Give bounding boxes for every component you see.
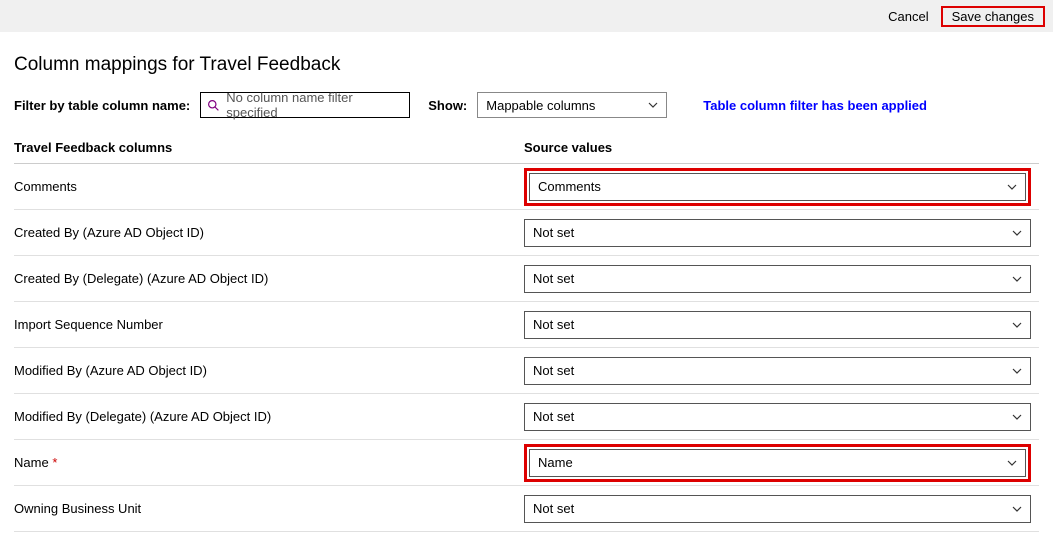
columns-header: Travel Feedback columns Source values: [14, 134, 1039, 164]
mapping-row: Import Sequence Number Not set: [14, 302, 1039, 348]
mapping-row-value-cell: Not set: [524, 265, 1039, 293]
save-changes-highlight: Save changes: [941, 6, 1045, 27]
source-value-text: Name: [538, 455, 573, 470]
mapping-row-value-cell: Not set: [524, 219, 1039, 247]
mapping-row-label: Created By (Delegate) (Azure AD Object I…: [14, 271, 524, 286]
source-value-select[interactable]: Not set: [524, 265, 1031, 293]
filter-row: Filter by table column name: No column n…: [14, 92, 1039, 118]
show-select[interactable]: Mappable columns: [477, 92, 667, 118]
chevron-down-icon: [648, 100, 658, 110]
chevron-down-icon: [1012, 412, 1022, 422]
chevron-down-icon: [1012, 228, 1022, 238]
required-star: *: [52, 455, 57, 470]
mapping-row-label: Comments: [14, 179, 524, 194]
source-value-text: Not set: [533, 225, 574, 240]
mapping-row-label: Owning Business Unit: [14, 501, 524, 516]
chevron-down-icon: [1007, 182, 1017, 192]
show-label: Show:: [428, 98, 467, 113]
mapping-row-label: Name *: [14, 455, 524, 470]
source-value-select[interactable]: Name: [529, 449, 1026, 477]
filter-applied-message: Table column filter has been applied: [703, 98, 927, 113]
content-area: Column mappings for Travel Feedback Filt…: [0, 32, 1053, 542]
source-value-text: Comments: [538, 179, 601, 194]
search-icon: [207, 99, 220, 112]
mapping-row: Modified By (Azure AD Object ID) Not set: [14, 348, 1039, 394]
source-value-select[interactable]: Not set: [524, 403, 1031, 431]
mapping-row: Comments Comments: [14, 164, 1039, 210]
source-value-select[interactable]: Not set: [524, 219, 1031, 247]
source-value-highlight: Comments: [524, 168, 1031, 206]
source-value-highlight: Name: [524, 444, 1031, 482]
source-value-select[interactable]: Not set: [524, 357, 1031, 385]
source-value-text: Not set: [533, 501, 574, 516]
cancel-button[interactable]: Cancel: [882, 6, 934, 27]
save-changes-button[interactable]: Save changes: [946, 6, 1040, 27]
mapping-row: Owning Business Unit Not set: [14, 486, 1039, 532]
show-select-value: Mappable columns: [486, 98, 595, 113]
source-value-text: Not set: [533, 317, 574, 332]
source-value-select[interactable]: Comments: [529, 173, 1026, 201]
mapping-row-label: Import Sequence Number: [14, 317, 524, 332]
mapping-row-value-cell: Name: [524, 444, 1039, 482]
source-value-text: Not set: [533, 271, 574, 286]
source-value-select[interactable]: Not set: [524, 311, 1031, 339]
chevron-down-icon: [1007, 458, 1017, 468]
mapping-row-value-cell: Not set: [524, 495, 1039, 523]
mapping-row: Name * Name: [14, 440, 1039, 486]
chevron-down-icon: [1012, 504, 1022, 514]
columns-header-right: Source values: [524, 140, 1039, 155]
mapping-row-value-cell: Comments: [524, 168, 1039, 206]
chevron-down-icon: [1012, 274, 1022, 284]
filter-input[interactable]: No column name filter specified: [200, 92, 410, 118]
source-value-text: Not set: [533, 363, 574, 378]
mapping-row-label: Created By (Azure AD Object ID): [14, 225, 524, 240]
chevron-down-icon: [1012, 366, 1022, 376]
mapping-rows: Comments Comments Created By (Azure AD Obj…: [14, 164, 1039, 532]
source-value-select[interactable]: Not set: [524, 495, 1031, 523]
chevron-down-icon: [1012, 320, 1022, 330]
mapping-row-label: Modified By (Azure AD Object ID): [14, 363, 524, 378]
mapping-row-value-cell: Not set: [524, 311, 1039, 339]
source-value-text: Not set: [533, 409, 574, 424]
filter-input-placeholder: No column name filter specified: [226, 90, 403, 120]
page-title: Column mappings for Travel Feedback: [14, 54, 1039, 76]
mapping-row-label: Modified By (Delegate) (Azure AD Object …: [14, 409, 524, 424]
columns-header-left: Travel Feedback columns: [14, 140, 524, 155]
top-bar: Cancel Save changes: [0, 0, 1053, 32]
mapping-row: Created By (Azure AD Object ID) Not set: [14, 210, 1039, 256]
filter-label: Filter by table column name:: [14, 98, 190, 113]
mapping-row-value-cell: Not set: [524, 403, 1039, 431]
mapping-row: Created By (Delegate) (Azure AD Object I…: [14, 256, 1039, 302]
mapping-row: Modified By (Delegate) (Azure AD Object …: [14, 394, 1039, 440]
mapping-row-value-cell: Not set: [524, 357, 1039, 385]
